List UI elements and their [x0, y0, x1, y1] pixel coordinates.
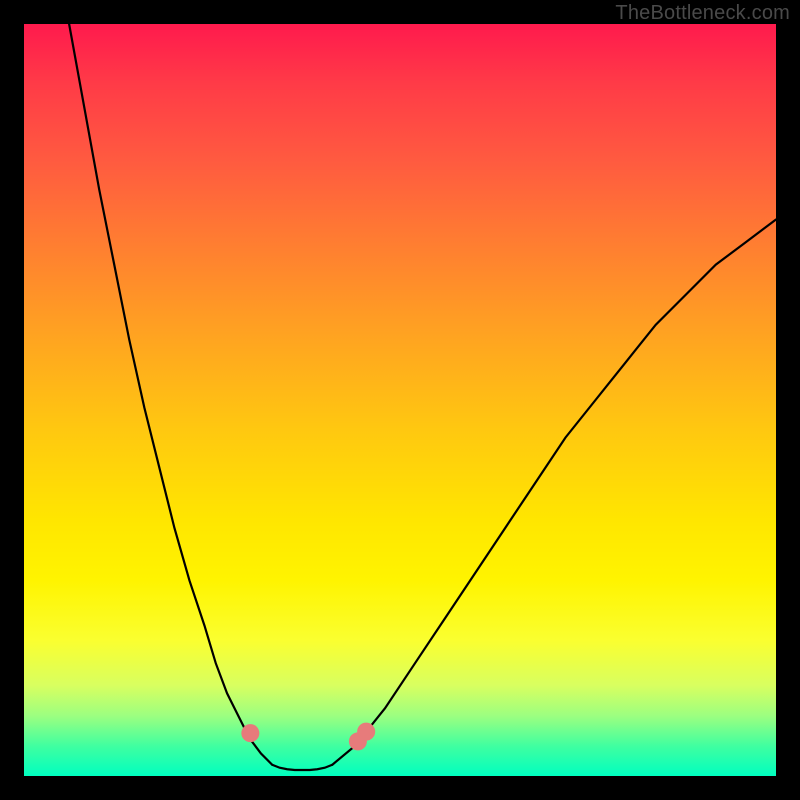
curve-markers	[241, 723, 375, 770]
curve-left	[69, 24, 272, 765]
chart-svg	[24, 24, 776, 776]
marker-dot	[357, 723, 375, 741]
plot-area	[24, 24, 776, 776]
watermark-text: TheBottleneck.com	[615, 2, 790, 25]
curve-trough	[272, 765, 332, 770]
marker-dot	[241, 724, 259, 742]
chart-frame: TheBottleneck.com	[0, 0, 800, 800]
curve-right	[332, 220, 776, 765]
